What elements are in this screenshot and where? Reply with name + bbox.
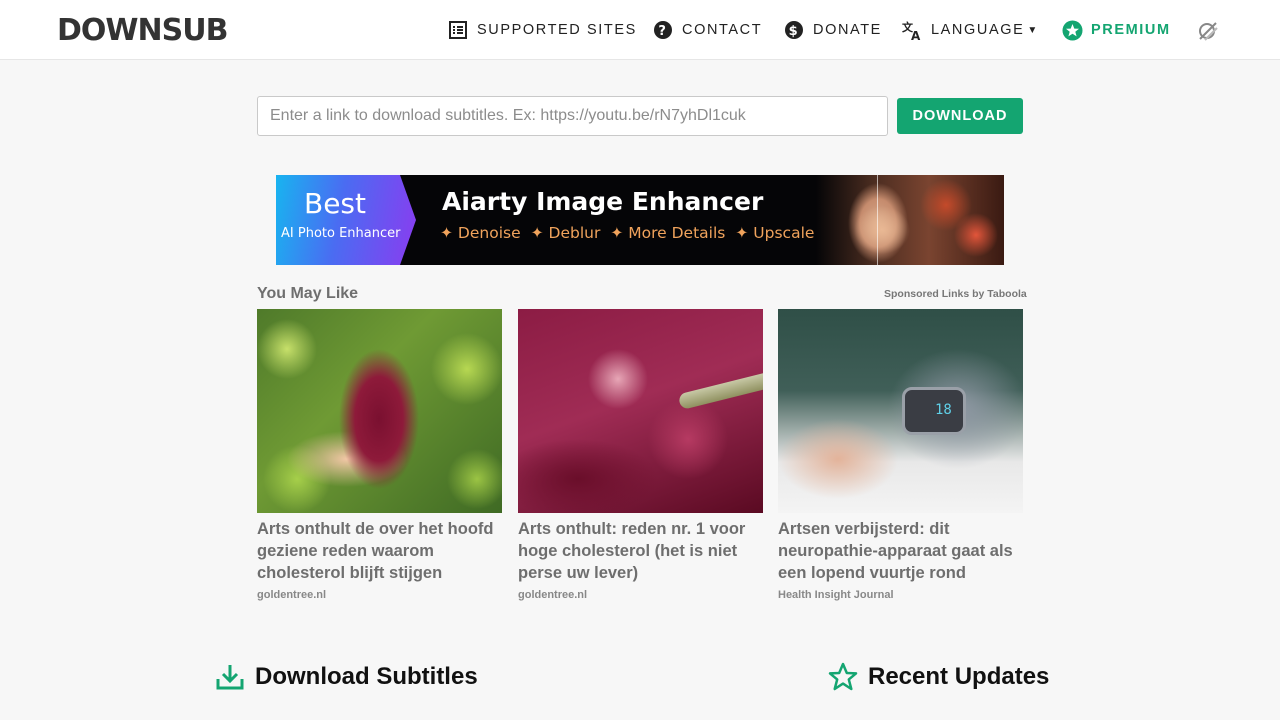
- device-shape: 18: [902, 387, 966, 435]
- ad-title: Aiarty Image Enhancer: [442, 187, 764, 216]
- translate-icon: 文A: [901, 19, 923, 41]
- card-thumbnail[interactable]: [518, 309, 763, 513]
- card-source: goldentree.nl: [518, 589, 588, 601]
- sponsored-links-label[interactable]: Sponsored Links by Taboola: [884, 288, 1027, 300]
- recent-updates-label: Recent Updates: [868, 663, 1050, 690]
- list-icon: [447, 19, 469, 41]
- ad-feature: ✦ Deblur: [530, 224, 601, 242]
- recommendation-card[interactable]: Arts onthult: reden nr. 1 voor hoge chol…: [518, 309, 763, 601]
- site-logo[interactable]: DOWNSUB: [57, 14, 228, 48]
- card-source: goldentree.nl: [257, 589, 327, 601]
- download-subtitles-label: Download Subtitles: [255, 663, 478, 690]
- download-subtitles-heading: Download Subtitles: [215, 662, 478, 692]
- ad-feature: ✦ Upscale: [735, 224, 815, 242]
- ad-portrait-image: [816, 175, 1004, 265]
- nav-language-label: LANGUAGE: [931, 22, 1025, 38]
- svg-text:?: ?: [658, 24, 667, 39]
- ad-subtitle: AI Photo Enhancer: [281, 226, 401, 241]
- star-badge-icon: [1061, 19, 1083, 41]
- nav-donate[interactable]: $ DONATE: [783, 0, 882, 60]
- spoon-shape: [677, 367, 763, 411]
- nav-premium[interactable]: PREMIUM: [1061, 0, 1171, 60]
- help-circle-icon: ?: [652, 19, 674, 41]
- ad-feature: ✦ More Details: [610, 224, 726, 242]
- card-title[interactable]: Arts onthult de over het hoofd geziene r…: [257, 518, 502, 584]
- nav-language-dropdown[interactable]: 文A LANGUAGE ▼: [901, 0, 1039, 60]
- caret-down-icon: ▼: [1027, 24, 1039, 36]
- ad-feature: ✦ Denoise: [440, 224, 521, 242]
- star-outline-icon: [828, 662, 858, 692]
- recommendation-card[interactable]: Arts onthult de over het hoofd geziene r…: [257, 309, 502, 601]
- subtitle-link-input[interactable]: [257, 96, 888, 136]
- ad-features: ✦ Denoise ✦ Deblur ✦ More Details ✦ Upsc…: [440, 224, 814, 242]
- card-thumbnail[interactable]: [257, 309, 502, 513]
- download-button[interactable]: DOWNLOAD: [897, 98, 1023, 134]
- nav-contact-label: CONTACT: [682, 22, 763, 38]
- card-title[interactable]: Arts onthult: reden nr. 1 voor hoge chol…: [518, 518, 763, 584]
- card-thumbnail[interactable]: 18: [778, 309, 1023, 513]
- card-title[interactable]: Artsen verbijsterd: dit neuropathie-appa…: [778, 518, 1023, 584]
- ad-badge: Best AI Photo Enhancer: [276, 175, 416, 265]
- nav-supported-sites[interactable]: SUPPORTED SITES: [447, 0, 637, 60]
- card-source: Health Insight Journal: [778, 589, 894, 601]
- svg-text:A: A: [911, 29, 922, 41]
- nav-supported-sites-label: SUPPORTED SITES: [477, 22, 637, 38]
- svg-text:$: $: [789, 24, 800, 39]
- ad-compare-divider: [877, 175, 878, 265]
- nav-contact[interactable]: ? CONTACT: [652, 0, 762, 60]
- download-icon: [215, 662, 245, 692]
- recommendations-heading: You May Like: [257, 285, 359, 302]
- recommendation-card[interactable]: 18 Artsen verbijsterd: dit neuropathie-a…: [778, 309, 1023, 601]
- recent-updates-heading: Recent Updates: [828, 662, 1049, 692]
- nav-donate-label: DONATE: [813, 22, 882, 38]
- site-header: DOWNSUB SUPPORTED SITES ? CONTACT $ DONA…: [0, 0, 1280, 60]
- device-display: 18: [935, 402, 952, 418]
- ad-best-label: Best: [304, 187, 367, 220]
- ad-banner[interactable]: Best AI Photo Enhancer Aiarty Image Enha…: [276, 175, 1004, 265]
- dollar-circle-icon: $: [783, 19, 805, 41]
- theme-toggle-icon[interactable]: [1197, 20, 1219, 42]
- nav-premium-label: PREMIUM: [1091, 22, 1171, 38]
